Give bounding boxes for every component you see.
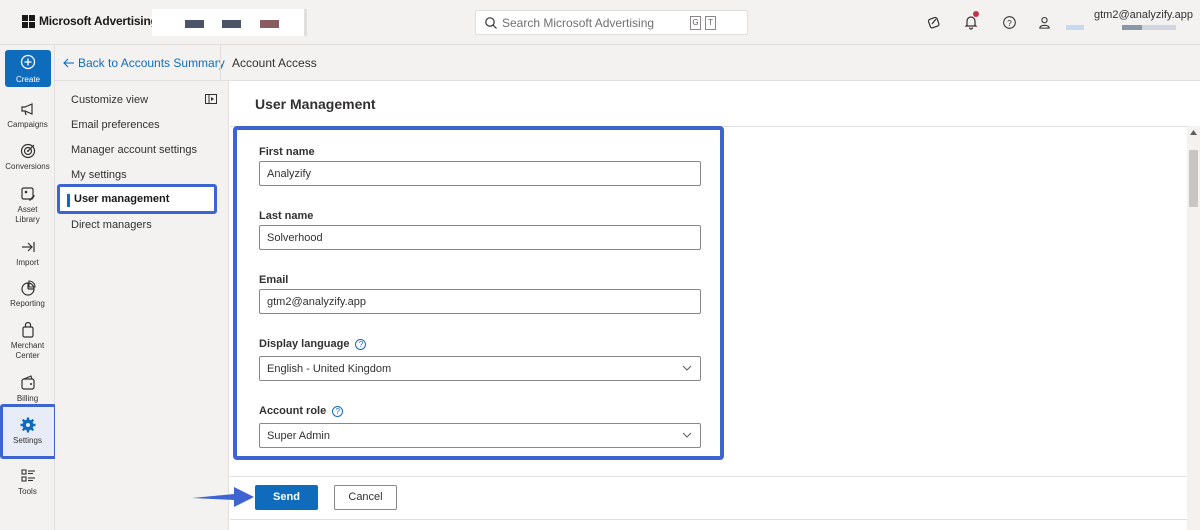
brand-logo[interactable]: Microsoft Advertising (22, 14, 158, 28)
rail-item-settings[interactable]: Settings (0, 416, 55, 446)
sub-navigation: Back to Accounts Summary Account Access (55, 45, 1200, 81)
section-title: Account Access (232, 56, 317, 70)
rail-item-merchant-center[interactable]: Merchant Center (0, 321, 55, 361)
shortcut-key-t: T (705, 16, 716, 30)
user-avatar-placeholder (1066, 25, 1084, 30)
panel-toggle-icon[interactable] (205, 94, 217, 104)
info-icon[interactable]: ? (332, 405, 344, 417)
wallet-icon (20, 375, 35, 390)
rail-item-conversions[interactable]: Conversions (0, 142, 55, 172)
left-rail: Create Campaigns Conversions Asset Libra… (0, 45, 57, 530)
side-item-user-management[interactable]: User management (57, 184, 217, 214)
import-arrow-icon (21, 242, 35, 252)
chevron-down-icon (682, 432, 692, 438)
cancel-button[interactable]: Cancel (334, 485, 397, 510)
megaphone-icon (20, 103, 33, 116)
rail-label: Conversions (5, 162, 50, 171)
target-icon (20, 143, 35, 159)
chevron-down-icon (682, 365, 692, 371)
search-box[interactable]: Search Microsoft Advertising G T (475, 10, 748, 35)
rail-label: Reporting (10, 299, 45, 308)
display-language-label: Display language? (259, 338, 367, 350)
user-email[interactable]: gtm2@analyzify.app (1094, 9, 1193, 21)
svg-text:?: ? (1007, 17, 1012, 27)
side-item-email-preferences[interactable]: Email preferences (71, 119, 160, 131)
arrow-left-icon (63, 58, 74, 68)
account-role-value: Super Admin (267, 430, 330, 442)
divider (220, 45, 221, 81)
back-to-accounts-link[interactable]: Back to Accounts Summary (63, 56, 225, 70)
account-role-label: Account role? (259, 405, 344, 417)
account-chip (260, 20, 279, 28)
rail-label: Asset Library (15, 205, 40, 224)
tools-list-icon (20, 469, 35, 482)
create-label: Create (15, 75, 40, 84)
microsoft-logo-icon (22, 14, 35, 28)
rail-item-tools[interactable]: Tools (0, 467, 55, 497)
rail-item-campaigns[interactable]: Campaigns (0, 100, 55, 130)
image-edit-icon (20, 187, 35, 201)
create-button[interactable]: Create (5, 50, 51, 87)
last-name-label: Last name (259, 210, 314, 222)
side-item-manager-account-settings[interactable]: Manager account settings (71, 144, 197, 156)
notification-dot (973, 11, 979, 17)
brand-name: Microsoft Advertising (39, 14, 158, 28)
info-icon[interactable]: ? (355, 338, 367, 350)
main-content: User Management First name Analyzify Las… (230, 81, 1200, 530)
side-item-label: User management (74, 193, 170, 205)
rail-item-import[interactable]: Import (0, 238, 55, 268)
top-bar: Microsoft Advertising Search Microsoft A… (0, 0, 1200, 45)
account-picker[interactable] (152, 9, 307, 36)
search-placeholder: Search Microsoft Advertising (502, 16, 655, 30)
scroll-up-arrow-icon[interactable] (1190, 130, 1197, 135)
last-name-field[interactable]: Solverhood (259, 225, 701, 250)
rail-item-asset-library[interactable]: Asset Library (0, 185, 55, 225)
rail-label: Billing (16, 394, 39, 403)
side-item-customize-view[interactable]: Customize view (71, 94, 148, 106)
side-item-my-settings[interactable]: My settings (71, 169, 127, 181)
person-icon[interactable] (1034, 12, 1054, 32)
divider (230, 476, 1187, 477)
rail-label: Campaigns (7, 120, 48, 129)
rail-item-reporting[interactable]: Reporting (0, 279, 55, 309)
display-language-value: English - United Kingdom (267, 363, 392, 375)
display-language-select[interactable]: English - United Kingdom (259, 356, 701, 381)
pie-chart-icon (20, 280, 36, 296)
plus-circle-icon (20, 54, 36, 70)
account-chip (185, 20, 204, 28)
scroll-thumb[interactable] (1189, 150, 1198, 207)
first-name-field[interactable]: Analyzify (259, 161, 701, 186)
account-role-select[interactable]: Super Admin (259, 423, 701, 448)
rail-item-billing[interactable]: Billing (0, 374, 55, 404)
first-name-label: First name (259, 146, 315, 158)
search-icon (485, 17, 497, 29)
gear-icon (20, 417, 35, 433)
question-icon[interactable]: ? (999, 12, 1019, 32)
email-label: Email (259, 274, 289, 286)
side-item-direct-managers[interactable]: Direct managers (71, 219, 152, 231)
account-name-placeholder-dark (1122, 25, 1142, 30)
shopping-bag-icon (21, 321, 34, 338)
scrollbar[interactable] (1187, 126, 1200, 530)
selected-indicator (67, 194, 70, 207)
rail-label: Merchant Center (10, 341, 45, 360)
user-form: First name Analyzify Last name Solverhoo… (233, 126, 724, 460)
divider (230, 519, 1187, 520)
send-button[interactable]: Send (255, 485, 318, 510)
rail-label: Tools (18, 487, 37, 496)
rail-label: Import (16, 258, 39, 267)
account-chip (222, 20, 241, 28)
pointer-arrow-icon (192, 487, 254, 507)
back-link-label: Back to Accounts Summary (78, 56, 225, 70)
settings-side-menu: Customize view Email preferences Manager… (55, 81, 229, 530)
email-field[interactable]: gtm2@analyzify.app (259, 289, 701, 314)
rail-label: Settings (13, 436, 42, 445)
shortcut-key-g: G (690, 16, 701, 30)
page-title: User Management (255, 96, 376, 112)
help-doc-icon[interactable] (924, 12, 944, 32)
